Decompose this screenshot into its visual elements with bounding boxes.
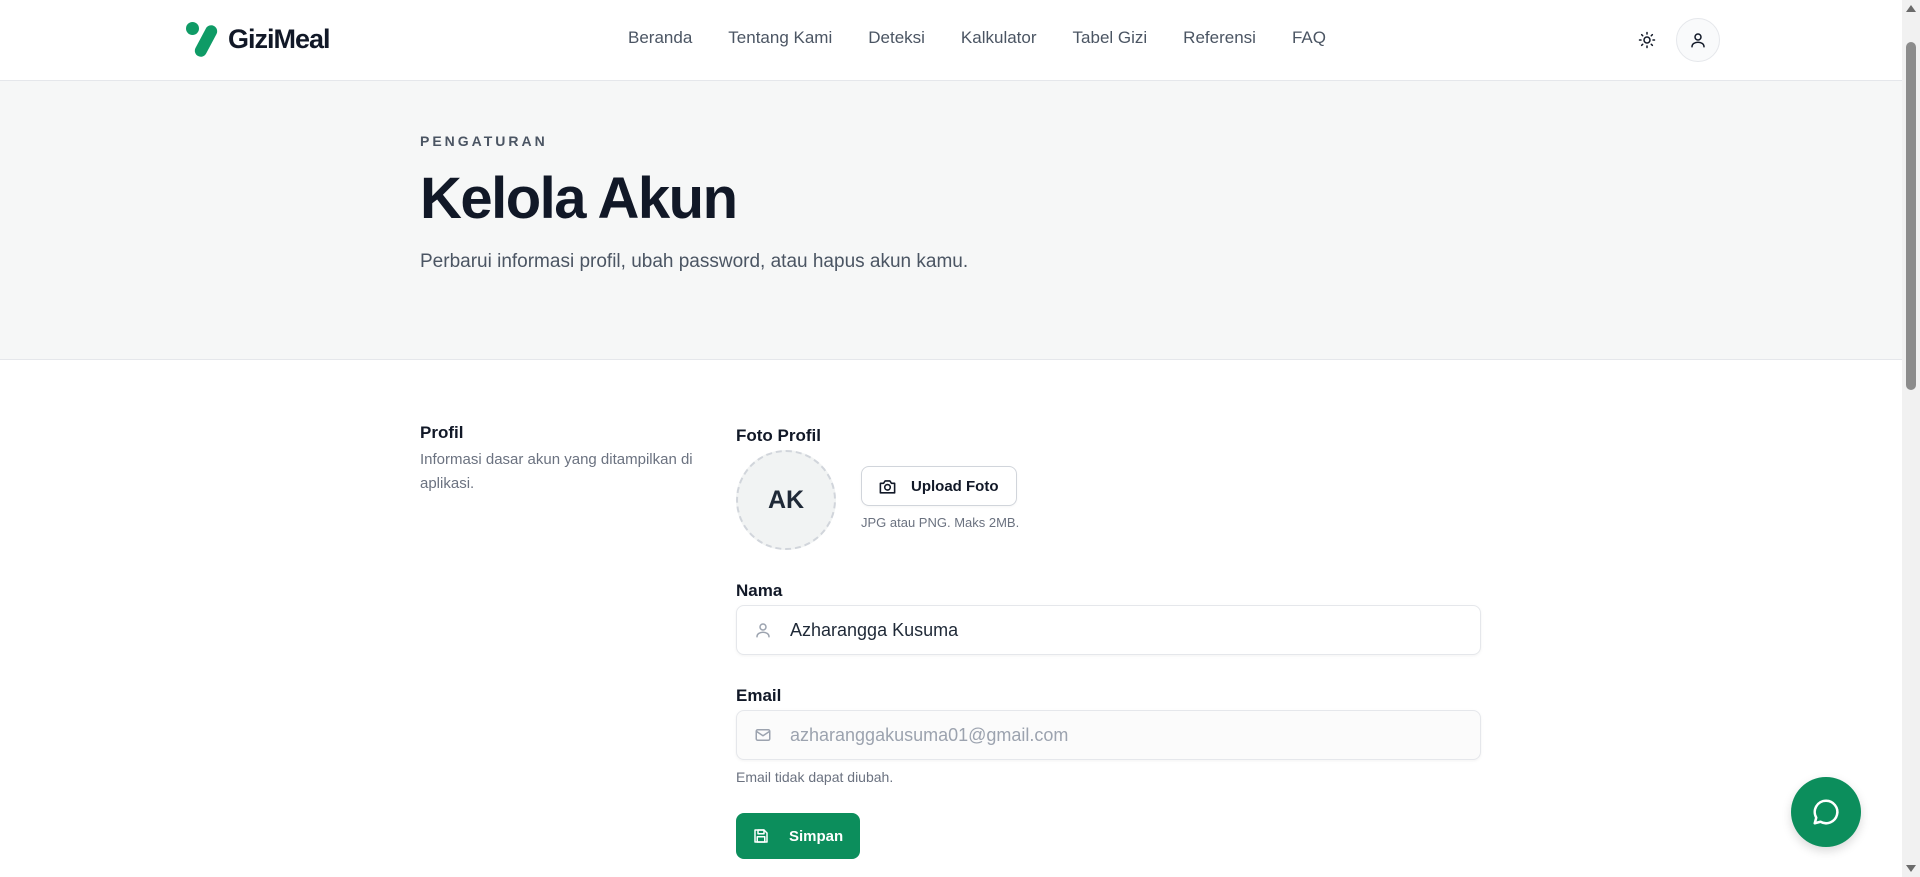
profile-section-title: Profil <box>420 423 464 442</box>
upload-photo-label: Upload Foto <box>911 477 999 495</box>
avatar-initials: AK <box>767 485 805 514</box>
page-title: Kelola Akun <box>420 166 738 231</box>
nav-tabel-gizi[interactable]: Tabel Gizi <box>1073 28 1148 48</box>
email-input <box>790 724 1470 746</box>
brand-name: GiziMeal <box>228 23 331 54</box>
save-button[interactable]: Simpan <box>736 813 860 859</box>
upload-photo-button[interactable]: Upload Foto <box>861 466 1017 506</box>
logo-mark-icon <box>184 21 224 59</box>
page-subtitle: Perbarui informasi profil, ubah password… <box>420 251 969 272</box>
name-label: Nama <box>736 581 783 600</box>
email-field <box>736 710 1481 760</box>
nav-referensi[interactable]: Referensi <box>1183 28 1256 48</box>
scrollbar-thumb[interactable] <box>1906 42 1916 390</box>
brand-logo[interactable]: GiziMeal <box>184 21 331 59</box>
scroll-down-arrow-icon[interactable] <box>1906 865 1916 872</box>
name-input[interactable] <box>790 619 1470 641</box>
profile-section-description: Informasi dasar akun yang ditampilkan di… <box>420 451 693 492</box>
nav-faq[interactable]: FAQ <box>1292 28 1326 48</box>
name-field[interactable] <box>736 605 1481 655</box>
nav-deteksi[interactable]: Deteksi <box>868 28 925 48</box>
nav-kalkulator[interactable]: Kalkulator <box>961 28 1037 48</box>
theme-toggle-button[interactable] <box>1634 27 1660 53</box>
mail-icon <box>753 725 773 745</box>
email-note: Email tidak dapat diubah. <box>736 769 894 785</box>
save-icon <box>754 829 768 843</box>
upload-hint: JPG atau PNG. Maks 2MB. <box>861 515 1020 530</box>
email-label: Email <box>736 686 782 705</box>
sun-icon <box>1638 31 1656 49</box>
save-label: Simpan <box>789 827 844 845</box>
user-icon <box>753 620 773 640</box>
page-hero: PENGATURAN Kelola Akun Perbarui informas… <box>0 81 1902 360</box>
scroll-up-arrow-icon[interactable] <box>1906 5 1916 12</box>
chat-bubble-icon <box>1813 799 1839 825</box>
nav-beranda[interactable]: Beranda <box>628 28 692 48</box>
avatar: AK <box>736 450 836 550</box>
main-nav: Beranda Tentang Kami Deteksi Kalkulator … <box>628 28 1326 48</box>
page-eyebrow: PENGATURAN <box>420 133 548 149</box>
camera-icon <box>879 479 896 494</box>
user-icon <box>1691 33 1705 48</box>
chat-button[interactable] <box>1791 777 1861 847</box>
top-navbar: GiziMeal Beranda Tentang Kami Deteksi Ka… <box>0 0 1902 81</box>
page-scrollbar[interactable] <box>1902 0 1920 877</box>
photo-label: Foto Profil <box>736 426 821 445</box>
account-menu-button[interactable] <box>1676 18 1720 62</box>
nav-tentang-kami[interactable]: Tentang Kami <box>728 28 832 48</box>
